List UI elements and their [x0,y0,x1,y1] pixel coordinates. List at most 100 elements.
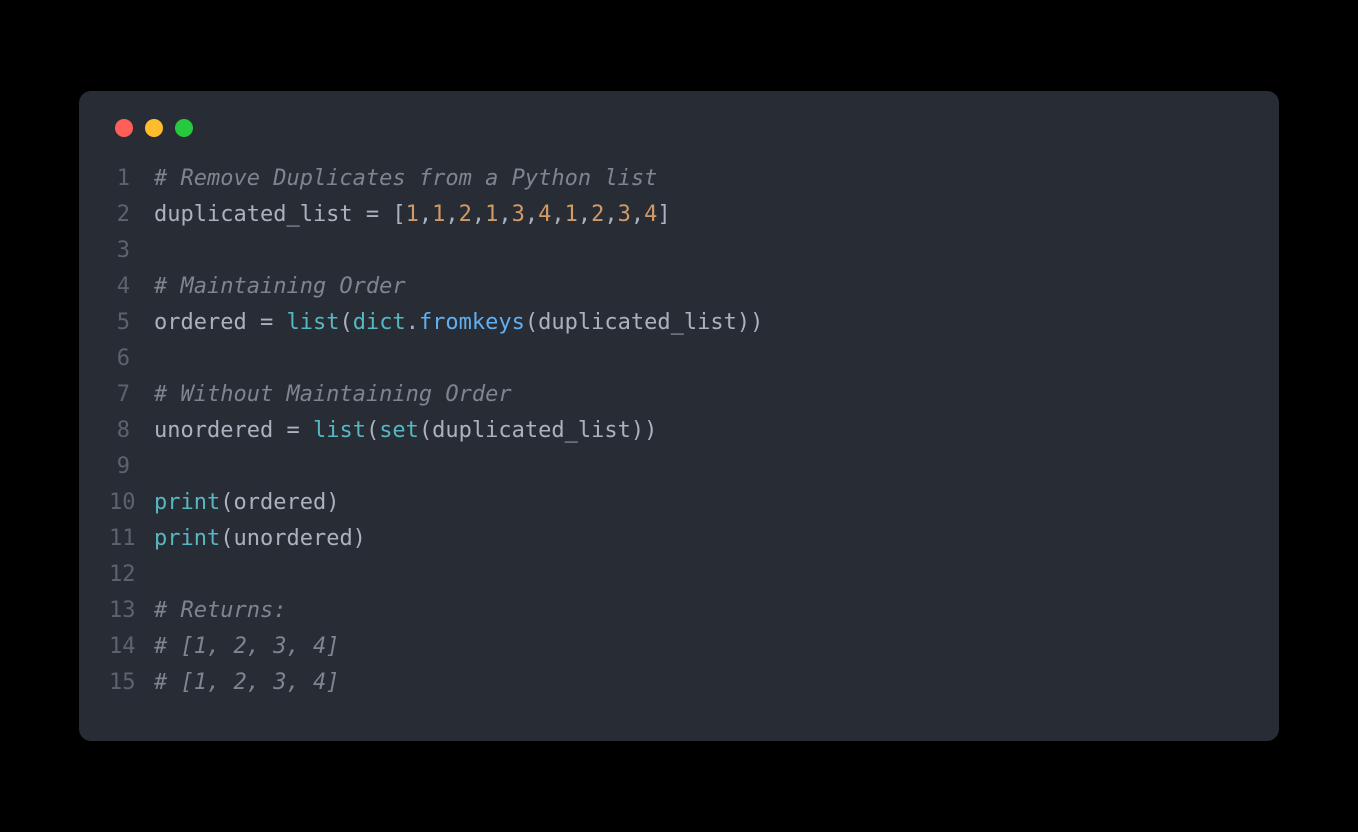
token-builtin: list [286,310,339,335]
code-line[interactable]: 9 [109,449,1249,485]
token-punct: , [551,202,564,227]
token-comment: # [1, 2, 3, 4] [154,670,339,695]
token-number: 3 [618,202,631,227]
token-operator: = [366,202,379,227]
code-content: # [1, 2, 3, 4] [154,665,339,701]
token-punct: (duplicated_list)) [525,310,763,335]
window-controls [79,119,1279,161]
token-comment: # Returns: [154,598,286,623]
line-number: 8 [109,413,154,449]
line-number: 3 [109,233,154,269]
code-line[interactable]: 13# Returns: [109,593,1249,629]
line-number: 15 [109,665,154,701]
token-default [300,418,313,443]
code-content [154,341,167,377]
token-punct: , [472,202,485,227]
line-number: 14 [109,629,154,665]
line-number: 11 [109,521,154,557]
token-punct: (duplicated_list)) [419,418,657,443]
line-number: 1 [109,161,154,197]
token-punct: . [406,310,419,335]
code-line[interactable]: 12 [109,557,1249,593]
minimize-icon[interactable] [145,119,163,137]
token-comment: # Without Maintaining Order [154,382,512,407]
code-editor-window: 1# Remove Duplicates from a Python list2… [79,91,1279,741]
code-line[interactable]: 14# [1, 2, 3, 4] [109,629,1249,665]
token-number: 2 [459,202,472,227]
token-punct: (unordered) [220,526,366,551]
token-number: 2 [591,202,604,227]
token-builtin: set [379,418,419,443]
code-line[interactable]: 3 [109,233,1249,269]
token-builtin: list [313,418,366,443]
token-punct: ( [366,418,379,443]
token-builtin: print [154,490,220,515]
line-number: 9 [109,449,154,485]
code-line[interactable]: 8unordered = list(set(duplicated_list)) [109,413,1249,449]
token-punct: [ [379,202,406,227]
line-number: 6 [109,341,154,377]
token-comment: # Remove Duplicates from a Python list [154,166,657,191]
code-line[interactable]: 15# [1, 2, 3, 4] [109,665,1249,701]
code-content: print(ordered) [154,485,339,521]
token-comment: # [1, 2, 3, 4] [154,634,339,659]
token-builtin: dict [353,310,406,335]
token-punct: , [525,202,538,227]
code-line[interactable]: 2duplicated_list = [1,1,2,1,3,4,1,2,3,4] [109,197,1249,233]
token-default: duplicated_list [154,202,366,227]
token-punct: , [498,202,511,227]
code-content [154,233,167,269]
token-punct: ( [339,310,352,335]
code-line[interactable]: 6 [109,341,1249,377]
line-number: 7 [109,377,154,413]
token-number: 1 [565,202,578,227]
token-number: 3 [512,202,525,227]
line-number: 10 [109,485,154,521]
code-content: duplicated_list = [1,1,2,1,3,4,1,2,3,4] [154,197,671,233]
code-content: # Without Maintaining Order [154,377,512,413]
code-content: # Remove Duplicates from a Python list [154,161,657,197]
token-punct: (ordered) [220,490,339,515]
token-number: 4 [538,202,551,227]
token-default [273,310,286,335]
code-line[interactable]: 1# Remove Duplicates from a Python list [109,161,1249,197]
code-content [154,557,167,593]
token-comment: # Maintaining Order [154,274,406,299]
token-punct: , [419,202,432,227]
code-content: print(unordered) [154,521,366,557]
code-content: ordered = list(dict.fromkeys(duplicated_… [154,305,763,341]
token-operator: = [260,310,273,335]
token-default: ordered [154,310,260,335]
line-number: 2 [109,197,154,233]
token-number: 1 [485,202,498,227]
line-number: 4 [109,269,154,305]
token-punct: ] [657,202,670,227]
token-number: 1 [432,202,445,227]
code-content [154,449,167,485]
code-content: # Maintaining Order [154,269,406,305]
token-number: 4 [644,202,657,227]
token-punct: , [631,202,644,227]
token-punct: , [445,202,458,227]
code-content: # Returns: [154,593,286,629]
token-punct: , [578,202,591,227]
close-icon[interactable] [115,119,133,137]
token-func: fromkeys [419,310,525,335]
line-number: 13 [109,593,154,629]
code-line[interactable]: 11print(unordered) [109,521,1249,557]
token-punct: , [604,202,617,227]
token-operator: = [286,418,299,443]
maximize-icon[interactable] [175,119,193,137]
token-builtin: print [154,526,220,551]
line-number: 12 [109,557,154,593]
code-content: # [1, 2, 3, 4] [154,629,339,665]
line-number: 5 [109,305,154,341]
code-line[interactable]: 5ordered = list(dict.fromkeys(duplicated… [109,305,1249,341]
code-line[interactable]: 7# Without Maintaining Order [109,377,1249,413]
code-line[interactable]: 4# Maintaining Order [109,269,1249,305]
code-area[interactable]: 1# Remove Duplicates from a Python list2… [79,161,1279,701]
token-number: 1 [406,202,419,227]
code-line[interactable]: 10print(ordered) [109,485,1249,521]
token-default: unordered [154,418,286,443]
code-content: unordered = list(set(duplicated_list)) [154,413,657,449]
